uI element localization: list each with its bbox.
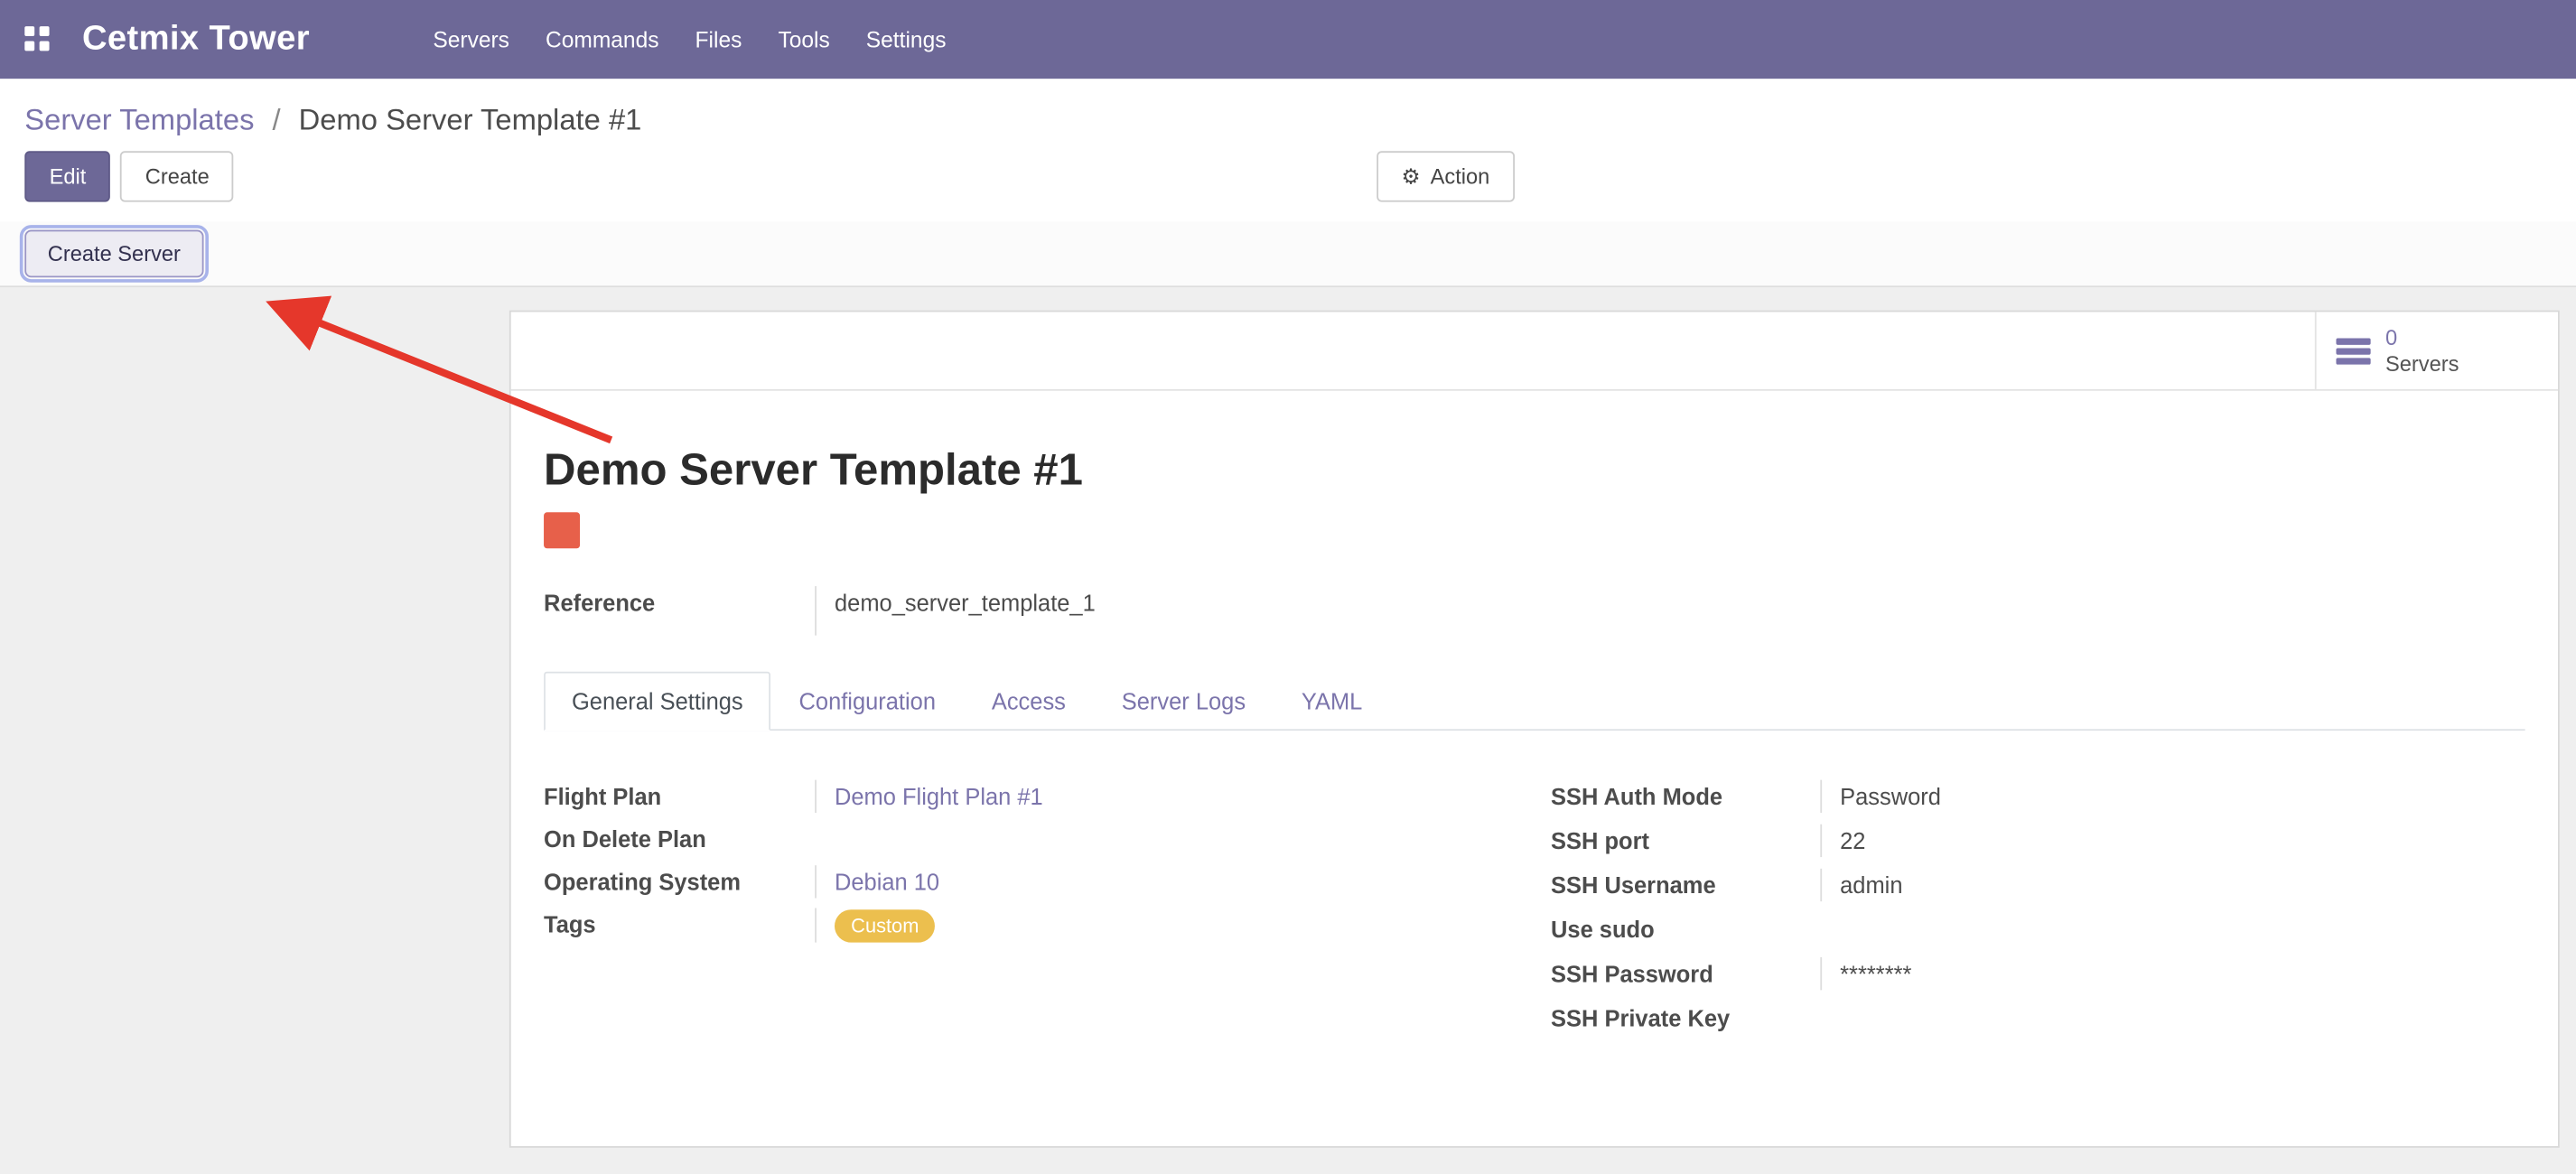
menu-files[interactable]: Files [677,0,761,79]
tab-yaml[interactable]: YAML [1274,672,1390,731]
form-sheet: 0 Servers Demo Server Template #1 Refere… [509,311,2560,1148]
create-button[interactable]: Create [121,151,235,201]
servers-stat-button[interactable]: 0 Servers [2315,312,2558,388]
servers-count: 0 [2385,324,2459,350]
breadcrumb-current: Demo Server Template #1 [299,104,642,136]
field-use-sudo: Use sudo [1551,913,2525,957]
form-fields: Flight Plan Demo Flight Plan #1 On Delet… [544,780,2525,1047]
menu-servers[interactable]: Servers [415,0,527,79]
app-brand[interactable]: Cetmix Tower [82,20,310,60]
action-button-label: Action [1431,164,1490,189]
field-ssh-port: SSH port 22 [1551,825,2525,869]
menu-commands[interactable]: Commands [527,0,677,79]
color-swatch [544,512,580,548]
tag-pill: Custom [835,909,936,942]
reference-field: Reference demo_server_template_1 [544,586,2525,636]
action-button[interactable]: ⚙ Action [1377,151,1514,201]
server-stack-icon [2336,338,2370,364]
field-ssh-private-key: SSH Private Key [1551,1002,2525,1046]
field-tags: Tags Custom [544,908,1518,950]
breadcrumb-separator: / [272,104,280,136]
control-panel: Server Templates / Demo Server Template … [0,79,2576,221]
field-on-delete-plan: On Delete Plan [544,823,1518,865]
stat-button-box: 0 Servers [511,312,2558,390]
field-operating-system: Operating System Debian 10 [544,865,1518,908]
breadcrumb-parent-link[interactable]: Server Templates [24,104,254,136]
menu-settings[interactable]: Settings [848,0,965,79]
tab-access[interactable]: Access [964,672,1094,731]
control-panel-buttons: Edit Create ⚙ Action [24,151,2551,221]
reference-label: Reference [544,586,815,619]
reference-value: demo_server_template_1 [815,586,2525,636]
main-menu: Servers Commands Files Tools Settings [415,0,964,79]
tab-server-logs[interactable]: Server Logs [1094,672,1274,731]
edit-button[interactable]: Edit [24,151,110,201]
app-window: Cetmix Tower Servers Commands Files Tool… [0,0,2576,1174]
tab-general-settings[interactable]: General Settings [544,672,771,731]
top-navbar: Cetmix Tower Servers Commands Files Tool… [0,0,2576,79]
gear-icon: ⚙ [1402,164,1421,189]
menu-tools[interactable]: Tools [760,0,847,79]
notebook-tabs: General Settings Configuration Access Se… [544,672,2525,731]
servers-count-label: Servers [2385,350,2459,377]
apps-grid-icon[interactable] [24,26,51,52]
operating-system-link[interactable]: Debian 10 [835,869,939,895]
record-title: Demo Server Template #1 [544,443,2525,496]
field-ssh-password: SSH Password ******** [1551,957,2525,1002]
field-flight-plan: Flight Plan Demo Flight Plan #1 [544,780,1518,823]
record-action-bar: Create Server [0,221,2576,287]
flight-plan-link[interactable]: Demo Flight Plan #1 [835,783,1043,809]
create-server-button[interactable]: Create Server [24,230,203,278]
field-ssh-username: SSH Username admin [1551,869,2525,913]
tab-configuration[interactable]: Configuration [771,672,964,731]
content-area: 0 Servers Demo Server Template #1 Refere… [0,287,2576,1160]
field-ssh-auth-mode: SSH Auth Mode Password [1551,780,2525,825]
breadcrumb: Server Templates / Demo Server Template … [24,98,2551,141]
